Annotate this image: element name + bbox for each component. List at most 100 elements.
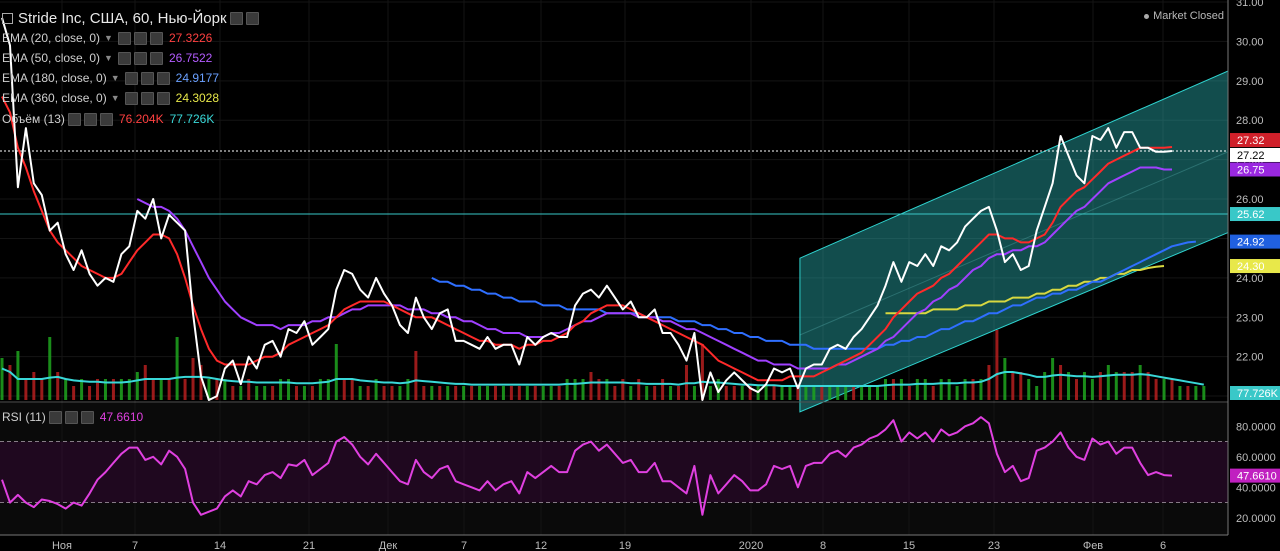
settings-icon[interactable] bbox=[64, 410, 78, 424]
volume-bar bbox=[414, 351, 418, 400]
y-tick-label: 29.00 bbox=[1236, 76, 1264, 88]
volume-bar bbox=[899, 379, 903, 400]
y-tick-label: 24.00 bbox=[1236, 273, 1264, 285]
eye-icon[interactable] bbox=[117, 31, 131, 45]
volume-bar bbox=[302, 386, 306, 400]
eye-icon[interactable] bbox=[124, 71, 138, 85]
volume-bar bbox=[541, 386, 545, 400]
volume-bar bbox=[812, 386, 816, 400]
indicator-ema50[interactable]: EMA (50, close, 0) ▼ 26.7522 bbox=[2, 49, 212, 67]
settings-icon[interactable] bbox=[140, 91, 154, 105]
eye-icon[interactable] bbox=[229, 11, 243, 25]
volume-bar bbox=[653, 386, 657, 400]
volume-bar bbox=[557, 386, 561, 400]
y-tick-label: 30.00 bbox=[1236, 36, 1264, 48]
volume-bar bbox=[1074, 379, 1078, 400]
volume-bar bbox=[501, 386, 505, 400]
volume-bar bbox=[135, 372, 139, 400]
volume-bar bbox=[294, 386, 298, 400]
x-tick-label: 12 bbox=[535, 540, 547, 551]
volume-bar bbox=[342, 379, 346, 400]
volume-bar bbox=[1027, 379, 1031, 400]
x-tick-label: 21 bbox=[303, 540, 315, 551]
eye-icon[interactable] bbox=[67, 112, 81, 126]
volume-bar bbox=[48, 337, 52, 400]
volume-bar bbox=[239, 386, 243, 400]
indicator-volume[interactable]: Объём (13) 76.204K 77.726K bbox=[2, 110, 214, 128]
eye-icon[interactable] bbox=[117, 51, 131, 65]
volume-bar bbox=[677, 386, 681, 400]
close-icon[interactable] bbox=[156, 91, 170, 105]
indicator-ema180[interactable]: EMA (180, close, 0) ▼ 24.9177 bbox=[2, 69, 219, 87]
volume-bar bbox=[772, 386, 776, 400]
volume-bar bbox=[947, 379, 951, 400]
volume-bar bbox=[852, 386, 856, 400]
volume-bar bbox=[143, 365, 147, 400]
x-tick-label: 23 bbox=[988, 540, 1000, 551]
volume-bar bbox=[820, 386, 824, 400]
close-icon[interactable] bbox=[149, 31, 163, 45]
symbol-title: Stride Inc, США, 60, Нью-Йорк bbox=[18, 9, 227, 27]
price-label: 26.75 bbox=[1237, 164, 1265, 176]
volume-bar bbox=[525, 386, 529, 400]
indicator-value-2: 77.726K bbox=[169, 112, 215, 126]
volume-bar bbox=[891, 379, 895, 400]
x-tick-label: 7 bbox=[132, 540, 138, 551]
y-tick-label: 23.00 bbox=[1236, 312, 1264, 324]
volume-bar bbox=[1114, 372, 1118, 400]
indicator-label: EMA (360, close, 0) bbox=[2, 91, 107, 105]
volume-bar bbox=[860, 386, 864, 400]
volume-bar bbox=[764, 386, 768, 400]
chevron-down-icon[interactable]: ▼ bbox=[104, 33, 113, 43]
settings-icon[interactable] bbox=[140, 71, 154, 85]
indicator-label: EMA (180, close, 0) bbox=[2, 71, 107, 85]
close-icon[interactable] bbox=[80, 410, 94, 424]
chevron-down-icon[interactable]: ▼ bbox=[104, 53, 113, 63]
eye-icon[interactable] bbox=[48, 410, 62, 424]
indicator-ema360[interactable]: EMA (360, close, 0) ▼ 24.3028 bbox=[2, 89, 219, 107]
volume-bar bbox=[1035, 386, 1039, 400]
volume-bar bbox=[876, 386, 880, 400]
volume-bar bbox=[24, 379, 28, 400]
indicator-label: RSI (11) bbox=[2, 410, 46, 424]
volume-bar bbox=[844, 386, 848, 400]
volume-bar bbox=[1170, 379, 1174, 400]
volume-bar bbox=[159, 379, 163, 400]
chevron-down-icon[interactable]: ▼ bbox=[111, 73, 120, 83]
volume-bar bbox=[613, 386, 617, 400]
volume-bar bbox=[462, 386, 466, 400]
volume-bar bbox=[430, 386, 434, 400]
chevron-down-icon[interactable]: ▼ bbox=[111, 93, 120, 103]
volume-bar bbox=[390, 386, 394, 400]
volume-bar bbox=[931, 386, 935, 400]
volume-bar bbox=[868, 386, 872, 400]
x-tick-label: 14 bbox=[214, 540, 226, 551]
indicator-rsi[interactable]: RSI (11) 47.6610 bbox=[2, 408, 143, 426]
settings-icon[interactable] bbox=[245, 11, 259, 25]
price-label: 25.62 bbox=[1237, 209, 1265, 221]
close-icon[interactable] bbox=[149, 51, 163, 65]
indicator-ema20[interactable]: EMA (20, close, 0) ▼ 27.3226 bbox=[2, 29, 212, 47]
volume-bar bbox=[366, 386, 370, 400]
settings-icon[interactable] bbox=[83, 112, 97, 126]
rsi-y-tick-label: 20.0000 bbox=[1236, 513, 1276, 525]
volume-bar bbox=[517, 386, 521, 400]
settings-icon[interactable] bbox=[133, 51, 147, 65]
eye-icon[interactable] bbox=[124, 91, 138, 105]
volume-bar bbox=[64, 379, 68, 400]
volume-bar bbox=[223, 379, 227, 400]
settings-icon[interactable] bbox=[133, 31, 147, 45]
y-tick-label: 26.00 bbox=[1236, 194, 1264, 206]
volume-bar bbox=[334, 344, 338, 400]
volume-bar bbox=[1019, 372, 1023, 400]
x-tick-label: Ноя bbox=[52, 540, 72, 551]
volume-bar bbox=[1154, 379, 1158, 400]
volume-bar bbox=[509, 386, 513, 400]
volume-bar bbox=[1122, 372, 1126, 400]
close-icon[interactable] bbox=[156, 71, 170, 85]
volume-bar bbox=[788, 386, 792, 400]
close-icon[interactable] bbox=[99, 112, 113, 126]
collapse-icon[interactable] bbox=[2, 12, 13, 24]
volume-bar bbox=[310, 386, 314, 400]
indicator-label: EMA (50, close, 0) bbox=[2, 51, 101, 65]
